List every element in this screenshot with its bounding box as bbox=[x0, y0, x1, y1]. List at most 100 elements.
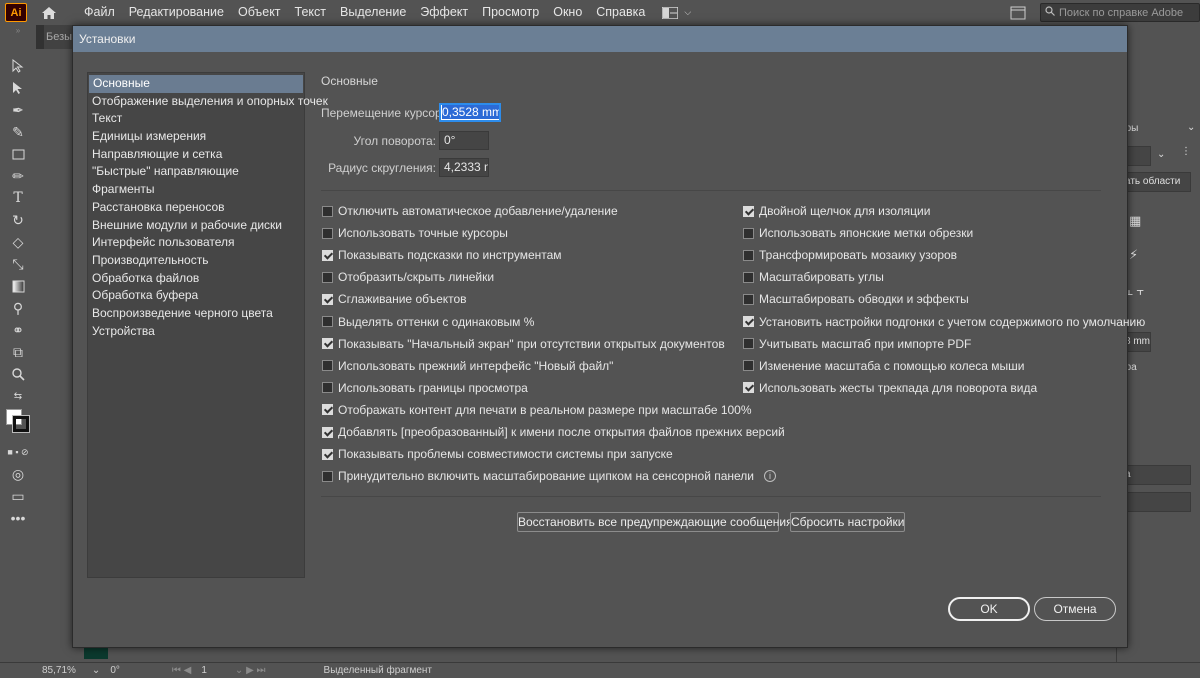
checkbox-checked[interactable] bbox=[743, 316, 754, 327]
rectangle-tool-icon[interactable] bbox=[0, 143, 36, 165]
artboard-nav-prev-icon[interactable]: ⏮ ◀ bbox=[172, 665, 191, 676]
checkbox-row[interactable]: Масштабировать обводки и эффекты bbox=[743, 291, 969, 307]
color-swatches[interactable] bbox=[0, 407, 36, 441]
checkbox-checked[interactable] bbox=[322, 404, 333, 416]
checkbox-row[interactable]: Учитывать масштаб при импорте PDF bbox=[743, 336, 971, 352]
checkbox-row[interactable]: Добавлять [преобразованный] к имени посл… bbox=[322, 424, 785, 440]
checkbox-unchecked[interactable] bbox=[743, 227, 754, 239]
menu-item[interactable]: Файл bbox=[77, 0, 122, 25]
corner-radius-input[interactable]: 4,2333 m bbox=[439, 158, 489, 177]
checkbox-row[interactable]: Двойной щелчок для изоляции bbox=[743, 203, 930, 219]
checkbox-row[interactable]: Установить настройки подгонки с учетом с… bbox=[743, 314, 1145, 330]
checkbox-checked[interactable] bbox=[743, 382, 754, 394]
restore-warnings-button[interactable]: Восстановить все предупреждающие сообщен… bbox=[517, 512, 793, 532]
panel-field-3[interactable] bbox=[1121, 492, 1191, 512]
brush-tool-icon[interactable]: ✏ bbox=[0, 165, 36, 187]
checkbox-unchecked[interactable] bbox=[322, 382, 333, 394]
checkbox-row[interactable]: Принудительно включить масштабирование щ… bbox=[322, 468, 777, 484]
checkbox-row[interactable]: Отобразить/скрыть линейки bbox=[322, 269, 494, 285]
sidebar-item[interactable]: Обработка файлов bbox=[88, 270, 304, 288]
checkbox-checked[interactable] bbox=[322, 293, 333, 305]
menu-item[interactable]: Окно bbox=[546, 0, 589, 25]
sidebar-item[interactable]: Воспроизведение черного цвета bbox=[88, 305, 304, 323]
checkbox-unchecked[interactable] bbox=[322, 360, 333, 372]
checkbox-unchecked[interactable] bbox=[322, 316, 333, 327]
sidebar-item[interactable]: Расстановка переносов bbox=[88, 199, 304, 217]
checkbox-unchecked[interactable] bbox=[322, 470, 333, 482]
curvature-tool-icon[interactable]: ✎ bbox=[0, 121, 36, 143]
menu-item[interactable]: Справка bbox=[589, 0, 652, 25]
sidebar-item[interactable]: "Быстрые" направляющие bbox=[88, 163, 304, 181]
zoom-level[interactable]: 85,71% bbox=[42, 665, 76, 676]
more-tools-icon[interactable]: ••• bbox=[0, 507, 36, 529]
checkbox-row[interactable]: Использовать точные курсоры bbox=[322, 225, 508, 241]
checkbox-row[interactable]: Изменение масштаба с помощью колеса мыши bbox=[743, 358, 1024, 374]
zoom-tool-icon[interactable] bbox=[0, 363, 36, 385]
overflow-dots-icon[interactable]: ⋮ bbox=[1181, 146, 1191, 157]
sidebar-item[interactable]: Фрагменты bbox=[88, 181, 304, 199]
checkbox-unchecked[interactable] bbox=[322, 227, 333, 239]
artboard-number[interactable]: 1 bbox=[201, 665, 207, 676]
checkbox-unchecked[interactable] bbox=[743, 360, 754, 372]
help-search[interactable]: Поиск по справке Adobe bbox=[1040, 3, 1200, 22]
checkbox-row[interactable]: Показывать подсказки по инструментам bbox=[322, 247, 562, 263]
sidebar-item[interactable]: Направляющие и сетка bbox=[88, 146, 304, 164]
selection-tool-icon[interactable] bbox=[0, 55, 36, 77]
checkbox-row[interactable]: Сглаживание объектов bbox=[322, 291, 467, 307]
sidebar-item[interactable]: Текст bbox=[88, 110, 304, 128]
sidebar-item[interactable]: Устройства bbox=[88, 323, 304, 341]
checkbox-unchecked[interactable] bbox=[322, 205, 333, 217]
checkbox-row[interactable]: Выделять оттенки с одинаковым % bbox=[322, 314, 534, 330]
panel-field-2[interactable]: а bbox=[1121, 465, 1191, 485]
sidebar-item[interactable]: Внешние модули и рабочие диски bbox=[88, 217, 304, 235]
checkbox-row[interactable]: Использовать границы просмотра bbox=[322, 380, 528, 396]
screen-mode-icon[interactable]: ▭ bbox=[0, 485, 36, 507]
cancel-button[interactable]: Отмена bbox=[1034, 597, 1116, 621]
checkbox-row[interactable]: Показывать "Начальный экран" при отсутст… bbox=[322, 336, 725, 352]
checkbox-unchecked[interactable] bbox=[743, 293, 754, 305]
artboard-tool-icon[interactable]: ⧉ bbox=[0, 341, 36, 363]
checkbox-unchecked[interactable] bbox=[743, 271, 754, 283]
reset-preferences-button[interactable]: Сбросить настройки bbox=[790, 512, 905, 532]
gradient-tool-icon[interactable] bbox=[0, 275, 36, 297]
rotation-value[interactable]: 0° bbox=[110, 665, 120, 676]
blend-tool-icon[interactable]: ⚭ bbox=[0, 319, 36, 341]
checkbox-checked[interactable] bbox=[743, 205, 754, 217]
sidebar-item[interactable]: Интерфейс пользователя bbox=[88, 234, 304, 252]
menu-item[interactable]: Просмотр bbox=[475, 0, 546, 25]
checkbox-unchecked[interactable] bbox=[743, 249, 754, 261]
sidebar-item[interactable]: Основные bbox=[89, 75, 303, 93]
info-icon[interactable]: i bbox=[764, 470, 777, 483]
illustrator-logo-icon[interactable]: Ai bbox=[5, 3, 27, 22]
checkbox-row[interactable]: Использовать прежний интерфейс "Новый фа… bbox=[322, 358, 613, 374]
checkbox-checked[interactable] bbox=[322, 338, 333, 350]
menu-item[interactable]: Текст bbox=[288, 0, 333, 25]
checkbox-row[interactable]: Отображать контент для печати в реальном… bbox=[322, 402, 752, 418]
checkbox-row[interactable]: Отключить автоматическое добавление/удал… bbox=[322, 203, 618, 219]
color-mode-icon[interactable]: ■ ▪ ⊘ bbox=[0, 441, 36, 463]
checkbox-row[interactable]: Масштабировать углы bbox=[743, 269, 884, 285]
sidebar-item[interactable]: Обработка буфера bbox=[88, 287, 304, 305]
scale-tool-icon[interactable]: ⤡ bbox=[0, 253, 36, 275]
chevron-down-icon[interactable]: ⌄ bbox=[1157, 149, 1165, 160]
menu-item[interactable]: Эффект bbox=[413, 0, 475, 25]
checkbox-row[interactable]: Использовать жесты трекпада для поворота… bbox=[743, 380, 1037, 396]
sidebar-item[interactable]: Единицы измерения bbox=[88, 128, 304, 146]
cursor-key-input[interactable]: 0,3528 mm bbox=[439, 103, 501, 122]
checkbox-checked[interactable] bbox=[322, 426, 333, 438]
direct-selection-tool-icon[interactable] bbox=[0, 77, 36, 99]
chevron-down-icon[interactable]: ⌄ bbox=[1187, 122, 1195, 133]
pen-tool-icon[interactable]: ✒ bbox=[0, 99, 36, 121]
flash-icon[interactable]: ⚡ bbox=[1129, 247, 1138, 263]
grid-icon[interactable]: ▦ bbox=[1129, 213, 1141, 229]
sidebar-item[interactable]: Производительность bbox=[88, 252, 304, 270]
panel-grip[interactable]: » bbox=[0, 25, 36, 37]
workspace-switcher[interactable]: ⌵ bbox=[662, 6, 691, 19]
panel-icon[interactable] bbox=[1010, 6, 1026, 20]
ok-button[interactable]: OK bbox=[948, 597, 1030, 621]
stroke-swatch[interactable] bbox=[12, 415, 30, 433]
checkbox-row[interactable]: Использовать японские метки обрезки bbox=[743, 225, 973, 241]
checkbox-row[interactable]: Трансформировать мозаику узоров bbox=[743, 247, 957, 263]
swap-colors-icon[interactable]: ⇆ bbox=[0, 385, 36, 407]
eyedropper-tool-icon[interactable]: ⚲ bbox=[0, 297, 36, 319]
